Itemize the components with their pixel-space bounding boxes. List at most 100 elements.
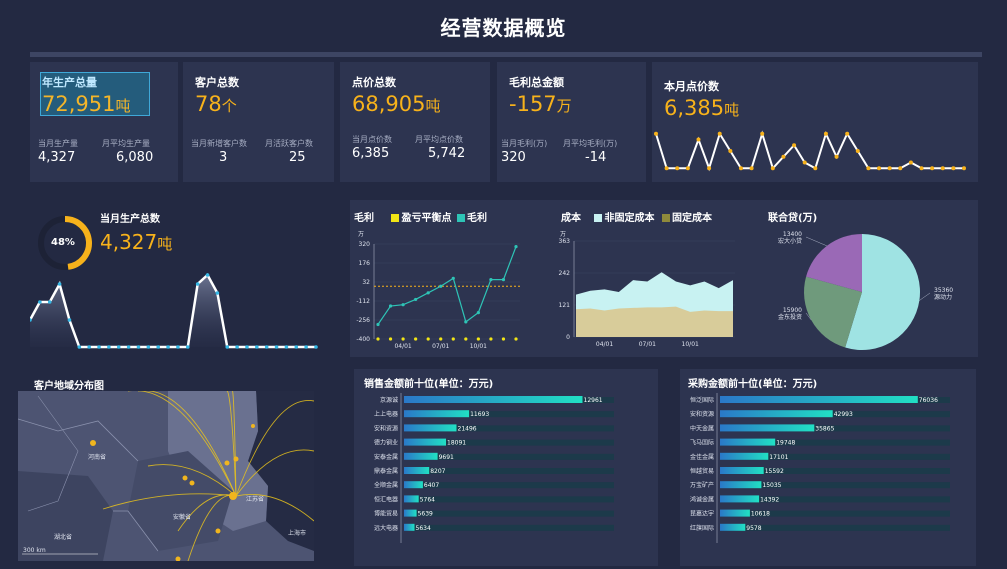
y-tick-label: 363 (559, 238, 571, 245)
data-point (235, 345, 239, 349)
kpi-sub-value: -14 (585, 150, 607, 165)
series-area (30, 275, 316, 347)
data-point (717, 131, 722, 136)
data-point (47, 300, 52, 304)
data-point (940, 166, 945, 171)
map-title: 客户地域分布图 (34, 381, 104, 392)
kpi-value: -157万 (509, 92, 572, 116)
bar (720, 467, 764, 474)
customer-dot (229, 492, 237, 500)
bar-category-label: 万宝矿产 (690, 481, 714, 489)
data-point (97, 345, 101, 349)
kpi-sub-label: 月平均毛利(万) (563, 139, 618, 148)
bar-category-label: 德力钢业 (374, 439, 398, 447)
kpi-number: -157 (509, 92, 557, 116)
y-tick-label: 320 (359, 241, 371, 248)
bar (720, 523, 746, 531)
bar-value-label: 21496 (458, 425, 477, 432)
kpi-sub-label: 月平均生产量 (102, 139, 150, 148)
pie-label-name: 源动力 (934, 293, 952, 301)
bar (404, 438, 446, 446)
month-production-panel: 48% 当月生产总数 4,327吨 (30, 200, 325, 352)
data-point (845, 131, 850, 136)
y-tick-label: 121 (559, 302, 571, 309)
bar (720, 509, 750, 517)
kpi-card-points: 点价总数 68,905吨 当月点价数 6,385 月平均点价数 5,742 (340, 62, 490, 182)
data-point (738, 166, 743, 171)
bar-value-label: 9578 (746, 525, 761, 532)
chart-title: 毛利 (354, 213, 374, 224)
data-point (185, 345, 190, 349)
bar-category-label: 上上电器 (374, 410, 398, 418)
legend-swatch (661, 214, 670, 222)
chart-title: 成本 (561, 213, 581, 224)
kpi-sub-label: 当月毛利(万) (501, 139, 548, 148)
bar-category-label: 远大电器 (374, 524, 398, 532)
legend-label: 盈亏平衡点 (401, 213, 452, 224)
bar-value-label: 14392 (760, 496, 779, 503)
data-point (388, 304, 393, 308)
kpi-sub-label: 当月生产量 (38, 139, 78, 148)
sales-bar-chart: 京源诚 12961 上上电器 11693 安和资源 21496 德力钢业 18091 安泰金属 9… (374, 393, 614, 543)
data-point (834, 154, 839, 159)
kpi-unit: 万 (556, 97, 572, 115)
x-tick-label: 10/01 (682, 341, 699, 348)
bar-category-label: 安和资源 (374, 424, 398, 432)
series-line (377, 246, 517, 325)
data-point (439, 284, 443, 288)
region-label: 安徽省 (173, 513, 191, 521)
scale-label: 300 km (23, 547, 46, 554)
kpi-label: 毛利总金额 (509, 76, 564, 89)
data-point (38, 300, 42, 304)
data-point (67, 318, 72, 322)
data-point (696, 137, 701, 142)
data-point (489, 278, 493, 282)
kpi-number: 72,951 (42, 92, 116, 116)
bar-value-label: 9691 (439, 454, 454, 461)
legend-label: 非固定成本 (604, 213, 655, 224)
data-point (146, 345, 151, 349)
pie-label-name: 宏大小贷 (778, 237, 802, 245)
data-point (414, 297, 418, 302)
data-point (476, 311, 480, 315)
bar (404, 424, 457, 432)
kpi-number: 68,905 (352, 92, 426, 116)
region-label: 江苏省 (246, 495, 264, 503)
data-point (464, 320, 468, 324)
baseline-point (439, 337, 443, 341)
data-point (813, 166, 818, 171)
bar-category-label: 鸿诚金属 (690, 495, 714, 503)
baseline-point (489, 337, 493, 341)
month-points-sparkline (654, 130, 966, 172)
data-point (707, 166, 712, 171)
x-tick-label: 07/01 (432, 343, 449, 350)
x-tick-label: 04/01 (596, 341, 613, 348)
bar-track (404, 496, 614, 503)
baseline-point (464, 337, 468, 341)
data-point (401, 303, 405, 307)
baseline-point (514, 337, 518, 341)
bar-value-label: 11693 (470, 411, 489, 418)
kpi-unit: 个 (221, 97, 237, 115)
kpi-value: 68,905吨 (352, 92, 441, 116)
baseline-point (376, 337, 380, 341)
data-point (176, 345, 180, 349)
kpi-unit: 吨 (425, 97, 441, 115)
data-point (770, 166, 775, 171)
baseline-point (388, 337, 393, 341)
customer-dot (224, 460, 230, 466)
y-tick-label: -256 (356, 317, 370, 324)
kpi-card-customers: 客户总数 78个 当月新增客户数 3 月活跃客户数 25 (183, 62, 334, 182)
bar-category-label: 鼎泰金属 (374, 467, 398, 475)
data-point (760, 131, 765, 136)
kpi-unit: 吨 (115, 97, 131, 115)
fixed-cost-area (576, 306, 733, 337)
x-tick-label: 04/01 (394, 343, 411, 350)
loan-title: 联合贷(万) (768, 213, 818, 224)
legend-swatch (456, 214, 465, 222)
bar-category-label: 博能贸易 (374, 510, 398, 518)
bar-category-label: 红旗国际 (690, 524, 714, 532)
legend-label: 固定成本 (671, 213, 712, 224)
bar-value-label: 12961 (584, 397, 603, 404)
bar (720, 396, 918, 403)
